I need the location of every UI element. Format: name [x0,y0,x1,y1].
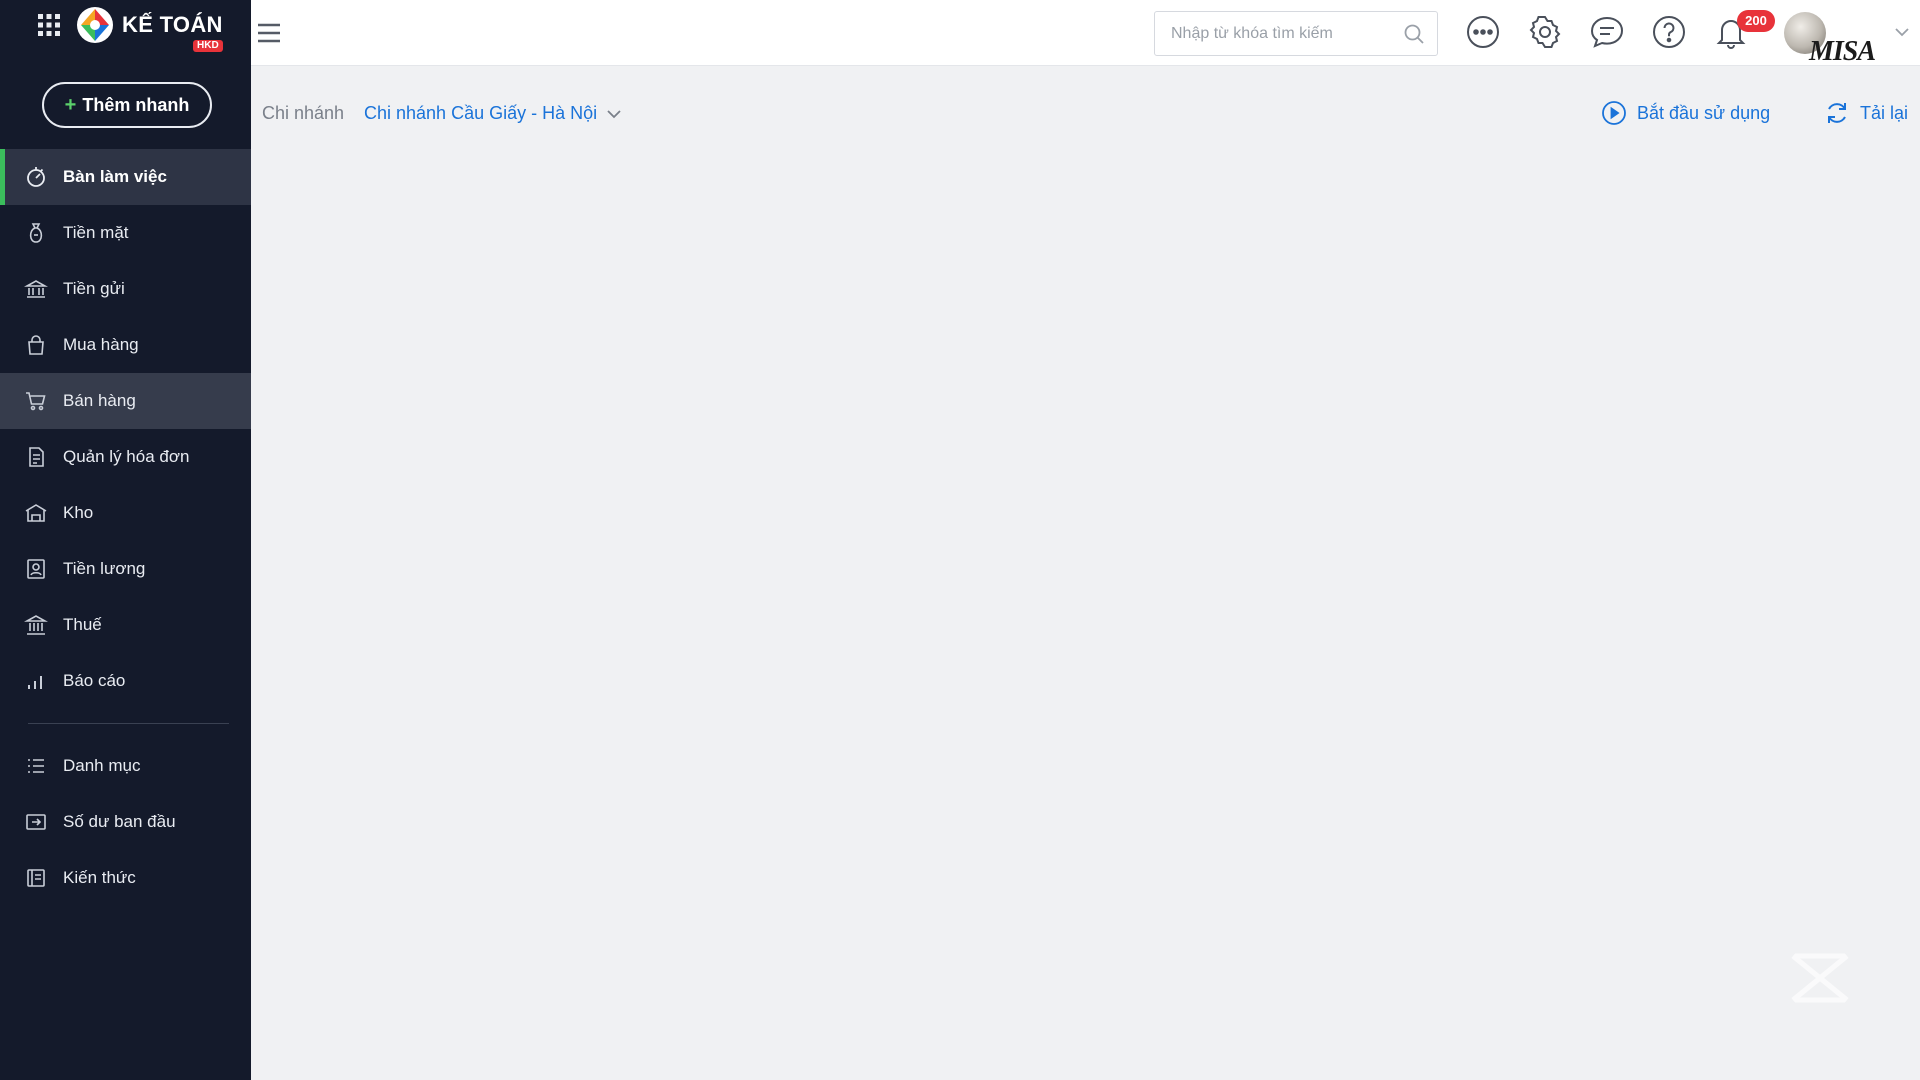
sidebar-item-deposit[interactable]: Tiền gửi [0,261,251,317]
chevron-down-icon[interactable] [1895,27,1909,37]
logo-title: KẾ TOÁN [122,12,223,37]
report-icon [28,676,42,689]
tax-icon [24,615,48,635]
quick-add-label: Thêm nhanh [82,94,190,115]
sidebar-item-cash[interactable]: Tiền mặt [0,205,251,261]
app-root: KẾ TOÁN HKD + Thêm nhanh Bàn làm việc Ti… [0,0,1920,1080]
sidebar-item-warehouse[interactable]: Kho [0,485,251,541]
sidebar-item-label: Bán hàng [63,391,136,410]
help-icon[interactable] [1651,14,1687,50]
sidebar-item-label: Tiền lương [63,559,146,578]
misa-logo-icon [77,7,113,43]
dashboard-icon [27,167,45,187]
play-circle-icon [1602,101,1626,125]
money-bag-icon [29,223,43,243]
refresh-icon [1828,103,1846,123]
sidebar-item-knowledge[interactable]: Kiến thức [0,850,251,906]
logo-badge: HKD [193,40,223,52]
brand-bar: KẾ TOÁN HKD [0,0,251,52]
sidebar-item-label: Tiền gửi [63,279,125,298]
sidebar-item-label: Thuế [63,615,102,634]
list-icon [28,759,44,773]
sidebar-nav: Bàn làm việc Tiền mặt Tiền gửi Mua hàng [0,149,251,906]
payroll-icon [27,559,45,579]
sidebar-divider [28,723,229,724]
shopping-bag-icon [28,335,44,355]
chevron-down-icon [607,109,621,118]
branch-label: Chi nhánh [262,103,345,123]
sidebar-item-opening-balance[interactable]: Số dư ban đầu [0,794,251,850]
sidebar-item-catalog[interactable]: Danh mục [0,738,251,794]
quick-add-button[interactable]: + Thêm nhanh [42,82,212,128]
opening-balance-icon [26,814,46,830]
invoice-icon [29,447,44,467]
more-options-icon[interactable] [1465,14,1501,50]
sidebar-item-payroll[interactable]: Tiền lương [0,541,251,597]
warehouse-icon [25,504,47,522]
misa-brand-mark: MISA [1809,36,1876,67]
sidebar-item-label: Danh mục [63,756,141,775]
sidebar-item-invoices[interactable]: Quản lý hóa đơn [0,429,251,485]
app-grid-icon[interactable] [36,12,62,38]
chat-icon[interactable] [1589,14,1625,50]
search-icon[interactable] [1403,23,1425,45]
logo-text: KẾ TOÁN HKD [122,12,223,52]
gear-icon[interactable] [1527,14,1563,50]
sidebar-item-label: Kiến thức [63,868,136,887]
search-box [1154,11,1438,56]
cart-icon [26,392,46,411]
search-input[interactable] [1155,12,1385,55]
sidebar-item-label: Quản lý hóa đơn [63,447,190,466]
sidebar-item-label: Bàn làm việc [63,167,167,186]
sidebar-item-label: Số dư ban đầu [63,812,176,831]
branch-select[interactable]: Chi nhánh Cầu Giấy - Hà Nội [364,103,621,124]
notification-badge: 200 [1737,10,1775,32]
sidebar-item-purchase[interactable]: Mua hàng [0,317,251,373]
sidebar-item-label: Báo cáo [63,671,126,690]
sidebar-item-label: Kho [63,503,94,522]
watermark-icon [1791,953,1849,1003]
sidebar-item-label: Mua hàng [63,335,139,354]
branch-select-value: Chi nhánh Cầu Giấy - Hà Nội [364,103,598,123]
hamburger-menu-icon[interactable] [255,20,283,46]
reload-button[interactable]: Tải lại [1824,100,1908,126]
bank-icon [24,280,48,298]
sidebar-item-tax[interactable]: Thuế [0,597,251,653]
sidebar-item-sales[interactable]: Bán hàng [0,373,251,429]
reload-label: Tải lại [1860,102,1909,123]
topbar: 200 MISA [251,0,1920,67]
sidebar-item-label: Tiền mặt [63,223,129,242]
sidebar-item-reports[interactable]: Báo cáo [0,653,251,709]
knowledge-icon [27,869,45,887]
sidebar-item-dashboard[interactable]: Bàn làm việc [0,149,251,205]
start-using-label: Bắt đầu sử dụng [1637,102,1771,123]
start-using-button[interactable]: Bắt đầu sử dụng [1601,100,1770,126]
sidebar: KẾ TOÁN HKD + Thêm nhanh Bàn làm việc Ti… [0,0,251,1080]
plus-icon: + [64,93,77,116]
branch-bar: Chi nhánh Chi nhánh Cầu Giấy - Hà Nội Bắ… [251,66,1920,146]
main-content [251,146,1920,1080]
